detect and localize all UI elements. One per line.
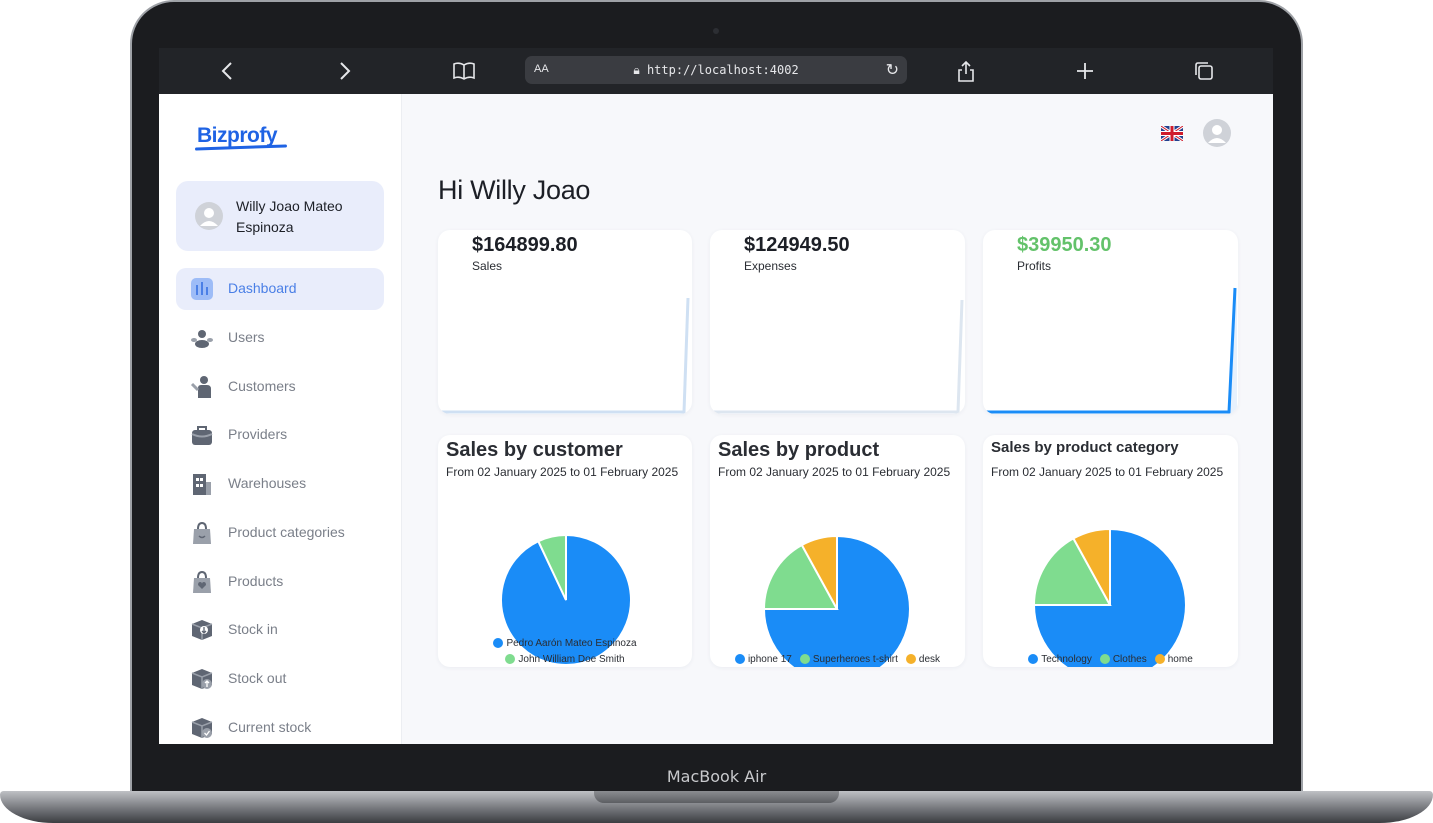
pie-chart-product (762, 534, 911, 667)
legend-dot (493, 638, 504, 648)
lock-icon: 🔒︎ (633, 63, 640, 77)
sales-by-customer-card: Sales by customer From 02 January 2025 t… (438, 435, 692, 667)
profits-card: $39950.30 Profits (983, 230, 1238, 414)
sidebar-item-customers[interactable]: Customers (176, 366, 384, 408)
box-in-icon (191, 620, 213, 640)
sales-card: $164899.80 Sales (438, 230, 692, 414)
device-label: MacBook Air (666, 767, 767, 786)
legend-label: Clothes (1112, 653, 1147, 665)
bookmarks-icon[interactable] (451, 58, 477, 84)
sidebar-item-label: Stock in (228, 621, 278, 637)
legend-dot (1028, 654, 1039, 664)
sidebar-item-products[interactable]: Products (176, 561, 384, 603)
building-icon (193, 474, 211, 495)
reload-icon[interactable]: ↻ (886, 60, 899, 80)
page-title: Hi Willy Joao (438, 175, 591, 205)
new-tab-icon[interactable] (1072, 58, 1098, 84)
legend-dot (505, 654, 516, 664)
sidebar-item-label: Users (228, 329, 265, 345)
sales-sparkline (438, 297, 690, 414)
legend-customer: Pedro Aarón Mateo Espinoza John William … (438, 635, 692, 667)
legend-item[interactable]: Superheroes t-shirt (799, 653, 898, 665)
sidebar-item-label: Customers (228, 378, 296, 394)
tabs-icon[interactable] (1191, 58, 1217, 84)
chart-icon (191, 278, 213, 300)
sidebar-item-stock-in[interactable]: Stock in (176, 609, 384, 651)
account-avatar-icon[interactable] (1203, 119, 1231, 147)
sales-by-product-card: Sales by product From 02 January 2025 to… (710, 435, 965, 667)
sidebar-item-warehouses[interactable]: Warehouses (176, 463, 384, 505)
customer-icon (190, 376, 211, 398)
profits-sparkline (983, 287, 1237, 414)
sidebar-item-current-stock[interactable]: Current stock (176, 707, 384, 744)
expenses-card: $124949.50 Expenses (710, 230, 965, 414)
legend-item[interactable]: John William Doe Smith (505, 653, 625, 665)
sidebar-item-stock-out[interactable]: Stock out (176, 658, 384, 700)
legend-item[interactable]: desk (905, 653, 941, 665)
sales-by-category-card: Sales by product category From 02 Januar… (983, 435, 1238, 667)
sidebar-item-providers[interactable]: Providers (176, 414, 384, 456)
back-icon[interactable] (214, 58, 240, 84)
legend-item[interactable]: Clothes (1099, 653, 1147, 665)
legend-item[interactable]: home (1154, 653, 1193, 665)
browser-toolbar: AA 🔒︎ http://localhost:4002 ↻ (159, 48, 1273, 94)
legend-label: home (1167, 653, 1193, 665)
sidebar-item-label: Warehouses (228, 475, 307, 491)
legend-label: Pedro Aarón Mateo Espinoza (506, 637, 637, 649)
legend-dot (799, 654, 810, 664)
legend-product: iphone 17 Superheroes t-shirt desk (710, 651, 965, 667)
camera (713, 28, 719, 34)
legend-label: desk (918, 653, 941, 665)
sidebar-item-label: Products (228, 573, 284, 589)
sidebar-item-product-categories[interactable]: Product categories (176, 512, 384, 554)
sidebar-item-label: Stock out (228, 670, 287, 686)
legend-label: iphone 17 (747, 653, 792, 665)
legend-dot (1154, 654, 1165, 664)
legend-dot (905, 654, 916, 664)
legend-dot (734, 654, 745, 664)
url-value: http://localhost:4002 (646, 63, 799, 77)
user-card[interactable]: Willy Joao Mateo Espinoza (176, 181, 384, 251)
sidebar-item-label: Current stock (228, 719, 312, 735)
laptop-notch (594, 791, 839, 803)
url-text: 🔒︎ http://localhost:4002 (525, 63, 907, 78)
sidebar: Bizprofy Willy Joao Mateo Espinoza Dashb… (159, 94, 402, 744)
sidebar-item-dashboard[interactable]: Dashboard (176, 268, 384, 310)
pie-chart-customer (500, 533, 632, 666)
briefcase-icon (191, 426, 213, 445)
legend-dot (1099, 654, 1110, 664)
pie-chart-category (1032, 527, 1187, 667)
user-avatar-icon (195, 202, 223, 230)
legend-item[interactable]: iphone 17 (734, 653, 792, 665)
lock-bag-icon (193, 570, 211, 593)
url-bar[interactable]: AA 🔒︎ http://localhost:4002 ↻ (525, 56, 907, 84)
legend-label: John William Doe Smith (518, 653, 625, 665)
legend-label: Superheroes t-shirt (812, 653, 898, 665)
screen: AA 🔒︎ http://localhost:4002 ↻ Bizprofy W… (159, 48, 1273, 744)
share-icon[interactable] (953, 58, 979, 84)
uk-flag-icon[interactable] (1161, 126, 1183, 141)
expenses-sparkline (710, 299, 964, 414)
forward-icon[interactable] (332, 58, 358, 84)
box-out-icon (191, 669, 213, 689)
legend-label: Technology (1041, 653, 1092, 665)
sidebar-item-label: Product categories (228, 524, 345, 540)
bag-icon (193, 521, 211, 544)
user-name: Willy Joao Mateo Espinoza (236, 198, 343, 235)
sidebar-item-label: Providers (228, 426, 288, 442)
legend-category: Technology Clothes home (983, 651, 1238, 667)
box-check-icon (191, 718, 213, 738)
users-icon (191, 330, 213, 348)
sidebar-item-label: Dashboard (228, 280, 297, 296)
legend-item[interactable]: Technology (1028, 654, 1092, 665)
sidebar-item-users[interactable]: Users (176, 317, 384, 359)
legend-item[interactable]: Pedro Aarón Mateo Espinoza (493, 637, 637, 649)
